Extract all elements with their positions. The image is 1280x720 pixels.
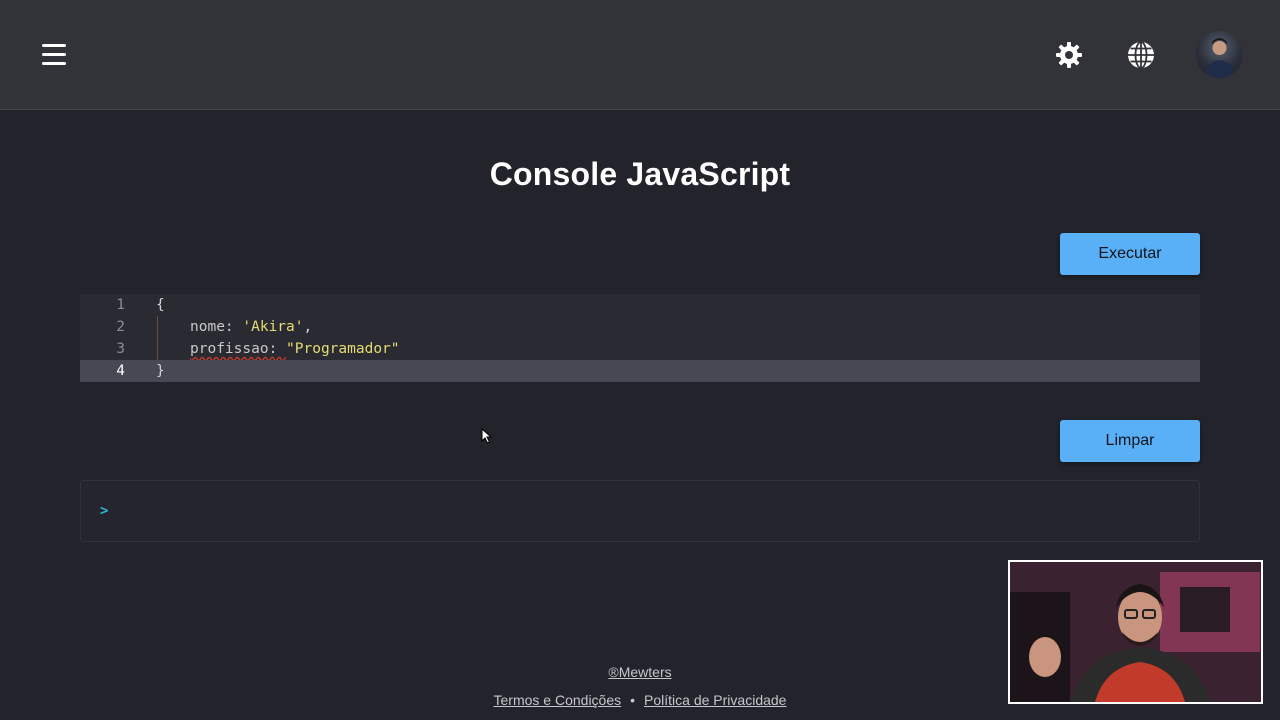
code-key: nome: xyxy=(190,319,243,335)
code-line-active[interactable]: 4 } xyxy=(80,360,1200,382)
console-output[interactable]: > xyxy=(80,480,1200,542)
code-text: nome: 'Akira', xyxy=(190,316,312,338)
run-button[interactable]: Executar xyxy=(1060,233,1200,275)
line-number: 1 xyxy=(116,297,125,313)
line-number: 2 xyxy=(116,319,125,335)
hamburger-menu-icon[interactable] xyxy=(40,41,68,69)
globe-icon[interactable] xyxy=(1124,38,1158,72)
user-avatar[interactable] xyxy=(1196,31,1243,78)
code-text: { xyxy=(156,297,165,313)
code-line[interactable]: 2 nome: 'Akira', xyxy=(80,316,1200,338)
code-punctuation: , xyxy=(303,319,313,335)
gear-icon[interactable] xyxy=(1052,38,1086,72)
code-line[interactable]: 3 profissao: "Programador" xyxy=(80,338,1200,360)
code-string: 'Akira' xyxy=(242,319,304,335)
code-key: profissao: xyxy=(190,341,287,357)
clear-button[interactable]: Limpar xyxy=(1060,420,1200,462)
top-navigation-bar xyxy=(0,0,1280,110)
code-editor[interactable]: 1 { 2 nome: 'Akira', 3 profissao: "Progr… xyxy=(80,294,1200,382)
code-line[interactable]: 1 { xyxy=(80,294,1200,316)
console-prompt: > xyxy=(100,503,109,519)
privacy-link[interactable]: Política de Privacidade xyxy=(644,692,786,708)
code-text: profissao: "Programador" xyxy=(190,338,400,360)
page-title: Console JavaScript xyxy=(489,156,791,192)
code-string: "Programador" xyxy=(286,341,400,357)
line-number: 3 xyxy=(116,341,125,357)
mouse-pointer-icon xyxy=(481,427,493,449)
terms-link[interactable]: Termos e Condições xyxy=(494,692,622,708)
code-text: } xyxy=(156,363,165,379)
footer-separator: • xyxy=(630,692,636,708)
webcam-overlay xyxy=(1008,560,1263,704)
line-number: 4 xyxy=(116,363,125,379)
